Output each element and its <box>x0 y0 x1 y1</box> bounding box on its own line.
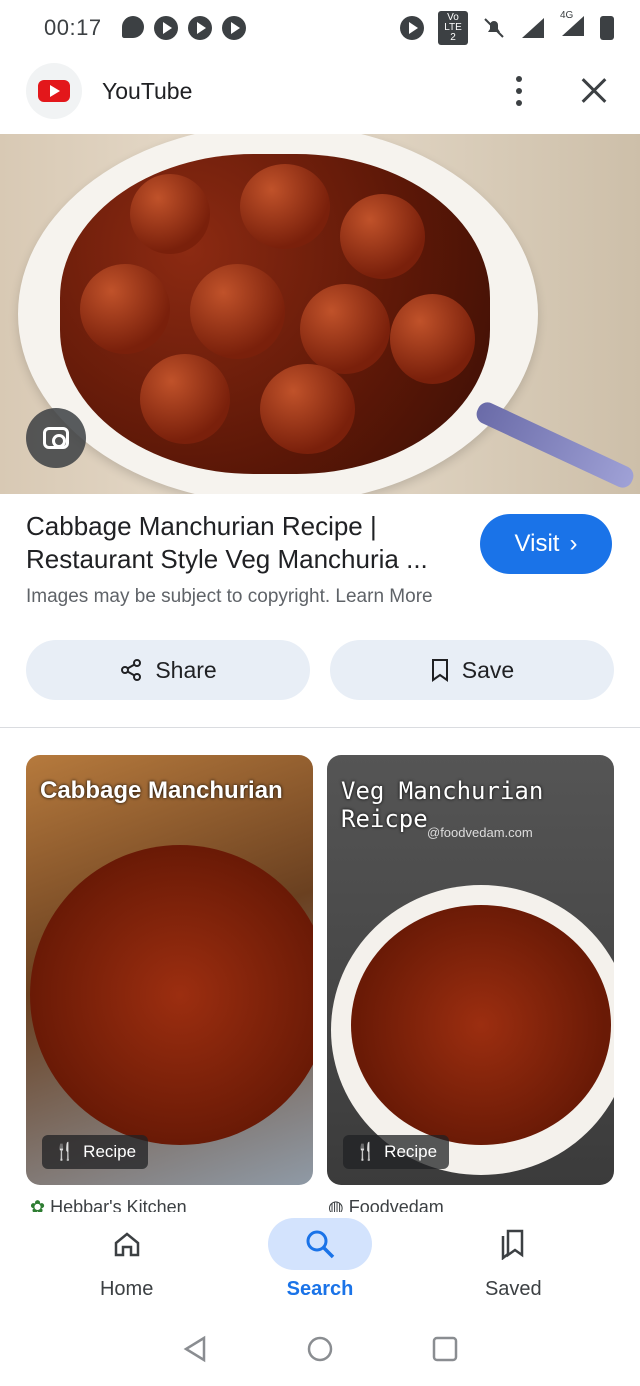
card-overlay-title: Cabbage Manchurian <box>40 777 283 804</box>
card-overlay-subtitle: @foodvedam.com <box>427 825 533 840</box>
related-card[interactable]: Cabbage Manchurian 🍴 Recipe <box>26 755 313 1185</box>
cutlery-icon: 🍴 <box>54 1142 76 1161</box>
saved-icon <box>502 1229 524 1260</box>
status-time: 00:17 <box>44 15 102 40</box>
system-icons: Vo LTE 2 4G <box>400 10 614 45</box>
share-icon <box>121 659 142 681</box>
volte-icon: Vo LTE 2 <box>438 11 468 45</box>
nav-home-label: Home <box>99 1278 154 1300</box>
more-options-icon[interactable] <box>504 71 534 111</box>
cutlery-icon: 🍴 <box>355 1142 377 1161</box>
nav-search-label: Search <box>286 1278 354 1300</box>
result-title[interactable]: Cabbage Manchurian Recipe | Restaurant S… <box>26 510 456 576</box>
related-card[interactable]: Veg Manchurian Reicpe @foodvedam.com 🍴 R… <box>327 755 614 1185</box>
bottom-navigation: Home Search Saved <box>0 1212 640 1312</box>
home-icon <box>114 1232 139 1257</box>
save-button[interactable]: Save <box>330 640 614 700</box>
save-label: Save <box>461 656 515 683</box>
result-image[interactable] <box>0 134 640 494</box>
source-header: YouTube <box>0 58 640 124</box>
divider <box>0 727 640 728</box>
copyright-notice[interactable]: Images may be subject to copyright. Lear… <box>26 586 626 608</box>
nav-home[interactable]: Home <box>57 1212 197 1312</box>
share-label: Share <box>155 656 217 683</box>
result-info: Cabbage Manchurian Recipe | Restaurant S… <box>26 510 626 608</box>
alarm-icon <box>400 16 424 40</box>
lens-search-icon[interactable] <box>26 408 86 468</box>
recents-icon[interactable] <box>430 1334 460 1364</box>
site-name[interactable]: YouTube <box>102 78 192 105</box>
youtube-logo-icon[interactable] <box>26 63 82 119</box>
chevron-right-icon: › <box>569 530 578 557</box>
signal-4g-icon: 4G <box>560 10 586 43</box>
back-icon[interactable] <box>180 1334 210 1364</box>
nav-saved-label: Saved <box>484 1278 542 1300</box>
spoon-graphic <box>473 399 637 491</box>
recipe-badge: 🍴 Recipe <box>42 1135 149 1169</box>
action-buttons: Share Save <box>26 640 614 700</box>
related-results: Cabbage Manchurian 🍴 Recipe Veg Manchuri… <box>26 755 614 1185</box>
status-bar: 00:17 Vo LTE 2 4G <box>0 0 640 56</box>
search-icon <box>306 1230 335 1259</box>
notification-icons <box>121 16 246 40</box>
bookmark-icon <box>431 659 448 682</box>
play-notification-icon <box>221 16 246 40</box>
home-circle-icon[interactable] <box>305 1334 335 1364</box>
mute-icon <box>484 18 504 38</box>
play-notification-icon <box>187 16 212 40</box>
close-icon[interactable] <box>574 71 614 111</box>
nav-search[interactable]: Search <box>250 1212 390 1312</box>
food-graphic <box>60 154 490 474</box>
play-notification-icon <box>153 16 178 40</box>
system-navigation <box>0 1312 640 1386</box>
signal-icon <box>522 18 544 38</box>
recipe-badge: 🍴 Recipe <box>343 1135 450 1169</box>
battery-icon <box>600 16 614 40</box>
dish-graphic <box>30 845 313 1145</box>
dish-graphic <box>351 905 611 1145</box>
nav-saved[interactable]: Saved <box>443 1212 583 1312</box>
share-button[interactable]: Share <box>26 640 310 700</box>
visit-button[interactable]: Visit › <box>480 514 612 574</box>
visit-label: Visit <box>514 530 560 557</box>
message-icon <box>121 16 144 38</box>
